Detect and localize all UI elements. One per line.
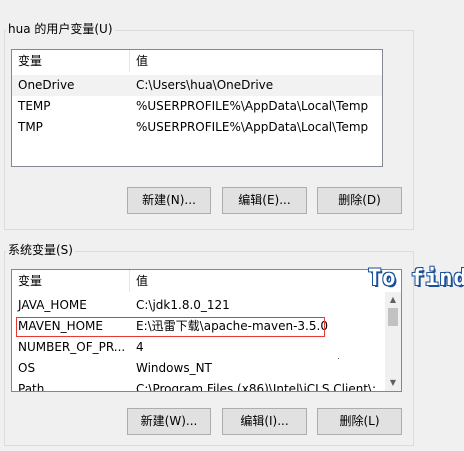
system-list-scrollbar[interactable]: ▲ ▼ (385, 292, 401, 391)
variable-name: OneDrive (18, 78, 75, 92)
variable-name: NUMBER_OF_PR... (18, 340, 126, 354)
variable-value: C:\Users\hua\OneDrive (136, 78, 274, 92)
stray-pixel (338, 358, 339, 359)
list-item[interactable]: OS Windows_NT (12, 358, 401, 379)
overlay-watermark-text: To find (368, 266, 464, 291)
header-value[interactable]: 值 (130, 270, 380, 292)
user-variables-header: 变量 值 (12, 50, 382, 72)
variable-name: Path (18, 382, 45, 392)
header-variable[interactable]: 变量 (12, 270, 129, 292)
user-delete-button[interactable]: 删除(D) (317, 187, 402, 214)
header-variable[interactable]: 变量 (12, 50, 129, 72)
header-value[interactable]: 值 (130, 50, 382, 72)
variable-value: Windows_NT (136, 361, 212, 375)
user-new-button[interactable]: 新建(N)... (127, 187, 211, 214)
scrollbar-thumb[interactable] (388, 308, 398, 326)
variable-value: C:\jdk1.8.0_121 (136, 298, 230, 312)
chevron-down-icon[interactable]: ▼ (385, 375, 401, 391)
list-item[interactable]: TEMP %USERPROFILE%\AppData\Local\Temp (12, 96, 382, 117)
variable-name: TEMP (18, 99, 51, 113)
variable-name: OS (18, 361, 36, 375)
variable-name: JAVA_HOME (18, 298, 87, 312)
variable-value: 4 (136, 340, 144, 354)
system-delete-button[interactable]: 删除(L) (317, 408, 402, 435)
system-new-button[interactable]: 新建(W)... (127, 408, 211, 435)
maven-home-highlight (16, 317, 325, 337)
chevron-up-icon[interactable]: ▲ (385, 292, 401, 308)
list-item[interactable]: NUMBER_OF_PR... 4 (12, 337, 401, 358)
variable-value: %USERPROFILE%\AppData\Local\Temp (136, 99, 369, 113)
system-edit-button[interactable]: 编辑(I)... (222, 408, 307, 435)
user-variables-list[interactable]: 变量 值 OneDrive C:\Users\hua\OneDrive TEMP… (11, 49, 383, 167)
system-variables-title: 系统变量(S) (6, 243, 75, 257)
variable-value: %USERPROFILE%\AppData\Local\Temp (136, 120, 369, 134)
system-variables-header: 变量 值 (12, 270, 401, 292)
list-item[interactable]: JAVA_HOME C:\jdk1.8.0_121 (12, 295, 401, 316)
variable-value: C:\Program Files (x86)\Intel\iCLS Client… (136, 382, 384, 392)
variable-name: TMP (18, 120, 43, 134)
user-edit-button[interactable]: 编辑(E)... (222, 187, 307, 214)
list-item[interactable]: OneDrive C:\Users\hua\OneDrive (12, 75, 382, 96)
list-item[interactable]: TMP %USERPROFILE%\AppData\Local\Temp (12, 117, 382, 138)
user-variables-title: hua 的用户变量(U) (6, 22, 115, 36)
list-item[interactable]: Path C:\Program Files (x86)\Intel\iCLS C… (12, 379, 401, 392)
